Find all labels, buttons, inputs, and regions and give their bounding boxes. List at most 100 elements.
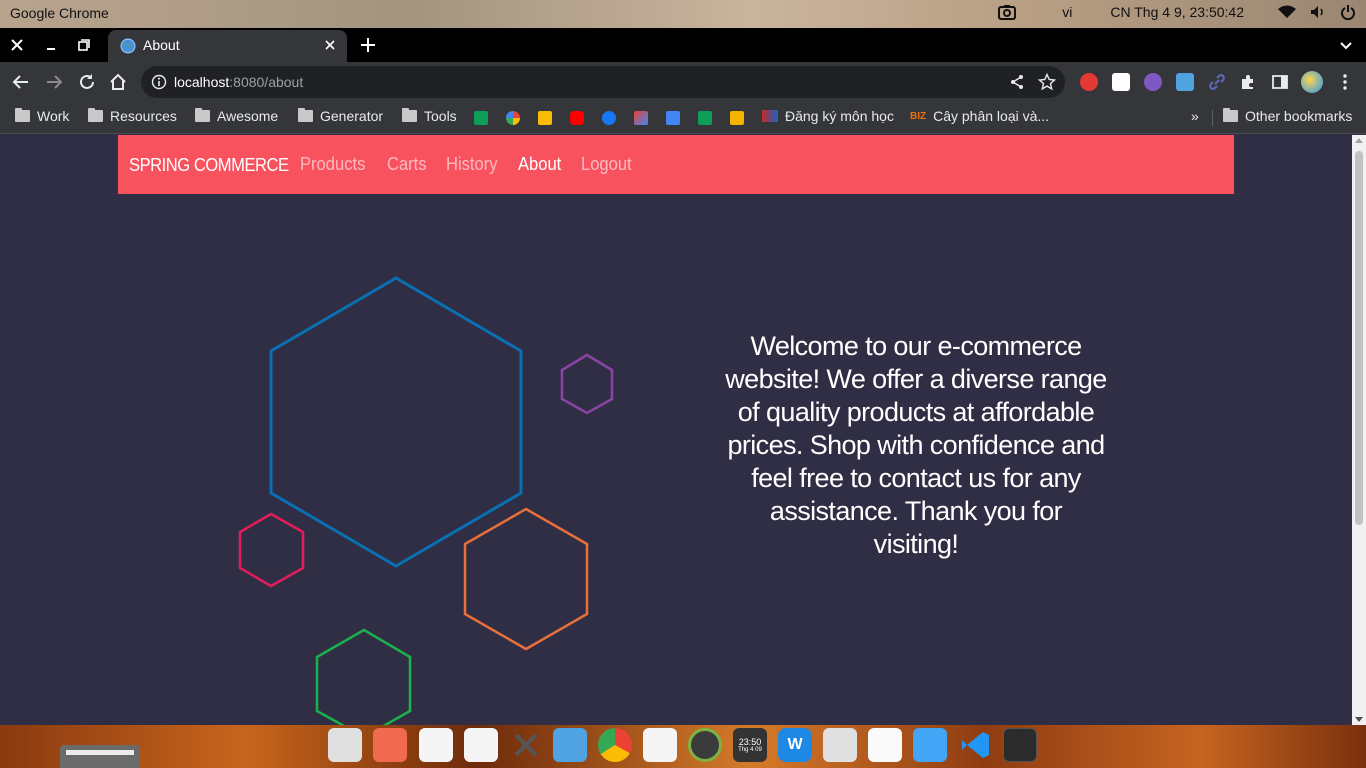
share-icon[interactable] (1009, 74, 1025, 90)
bookmark-cay-phan-loai[interactable]: BIZ Cây phân loại và... (910, 108, 1049, 124)
keep-bookmark-icon[interactable] (538, 111, 552, 125)
photos-bookmark-icon[interactable] (506, 111, 520, 125)
slides-bookmark-icon[interactable] (730, 111, 744, 125)
site-info-icon[interactable] (151, 74, 167, 90)
tab-about[interactable]: About (108, 30, 347, 62)
back-arrow-icon[interactable] (11, 72, 31, 92)
active-app-name: Google Chrome (10, 5, 109, 21)
folder-icon (1223, 108, 1238, 122)
gimp-icon[interactable] (643, 728, 677, 762)
dock-clock-date: Thg 4 09 (738, 747, 762, 753)
wifi-icon[interactable] (1278, 5, 1296, 19)
bookmark-folder-resources[interactable]: Resources (88, 108, 177, 124)
tab-title: About (143, 37, 180, 53)
image-extension-icon[interactable] (1176, 73, 1194, 91)
folder-icon (195, 108, 210, 122)
hexagon-green (315, 628, 412, 725)
scroll-down-arrow-icon[interactable] (1355, 717, 1363, 722)
bookmark-dang-ky-mon-hoc[interactable]: Đăng ký môn học (762, 108, 894, 124)
reload-icon[interactable] (77, 72, 97, 92)
url-host: localhost (174, 74, 230, 90)
vscode-icon[interactable] (958, 728, 992, 762)
clock-widget[interactable]: 23:50 Thg 4 09 (733, 728, 767, 762)
terminal-orb-icon[interactable] (688, 728, 722, 762)
dock-clock-time: 23:50 (738, 737, 762, 747)
bookmark-folder-other[interactable]: Other bookmarks (1223, 108, 1352, 124)
clock[interactable]: CN Thg 4 9, 23:50:42 (1110, 4, 1244, 20)
docs-bookmark-icon[interactable] (666, 111, 680, 125)
camera-icon[interactable] (823, 728, 857, 762)
power-icon[interactable] (1340, 4, 1356, 20)
hexagon-pink (238, 512, 305, 588)
bookmark-label: Awesome (217, 108, 279, 124)
system-tray: vi CN Thg 4 9, 23:50:42 (998, 4, 1356, 20)
puzzle-extensions-icon[interactable] (1239, 73, 1257, 91)
sheets-bookmark-icon-2[interactable] (698, 111, 712, 125)
tab-close-icon[interactable] (322, 37, 338, 53)
scrollbar-thumb[interactable] (1355, 151, 1363, 525)
trash-icon[interactable] (868, 728, 902, 762)
folder-icon (15, 108, 30, 122)
school-logo-icon (762, 110, 778, 122)
welcome-message: Welcome to our e-commerce website! We of… (725, 331, 1107, 559)
volume-icon[interactable] (1310, 5, 1326, 19)
side-panel-icon[interactable] (1271, 73, 1289, 91)
desktop-shelf-icon[interactable] (60, 745, 140, 768)
scissors-icon[interactable] (509, 728, 543, 762)
scroll-up-arrow-icon[interactable] (1355, 138, 1363, 143)
hexagon-small-purple (560, 353, 614, 415)
profile-avatar[interactable] (1301, 71, 1323, 93)
bookmark-label: Đăng ký môn học (785, 108, 894, 124)
sheets-bookmark-icon[interactable] (474, 111, 488, 125)
hexagon-large-blue (269, 276, 523, 568)
address-bar[interactable]: localhost:8080/about (141, 66, 1065, 98)
screenshot-icon[interactable] (998, 4, 1017, 20)
bookmarks-bar: Work Resources Awesome Generator Tools Đ… (0, 102, 1366, 134)
bookmark-label: Cây phân loại và... (933, 108, 1050, 124)
url-text[interactable]: localhost:8080/about (174, 74, 303, 90)
folder-icon (88, 108, 103, 122)
text-editor-icon[interactable] (464, 728, 498, 762)
terminal-icon[interactable] (1003, 728, 1037, 762)
chrome-icon[interactable] (598, 728, 632, 762)
window-minimize-icon[interactable] (41, 35, 61, 55)
bookmark-label: Resources (110, 108, 177, 124)
os-top-bar: Google Chrome vi CN Thg 4 9, 23:50:42 (0, 0, 1366, 28)
document-viewer-icon[interactable] (419, 728, 453, 762)
bookmark-divider (1212, 110, 1213, 126)
forward-arrow-icon[interactable] (44, 72, 64, 92)
input-language[interactable]: vi (1062, 4, 1072, 20)
bookmark-star-icon[interactable] (1037, 72, 1057, 91)
cloud-extension-icon[interactable] (1144, 73, 1162, 91)
overflow-label: » (1191, 108, 1199, 124)
folder-icon (402, 108, 417, 122)
bookmark-label: Generator (320, 108, 384, 124)
kebab-menu-icon[interactable] (1336, 73, 1354, 91)
bookmark-folder-tools[interactable]: Tools (402, 108, 457, 124)
gmail-bookmark-icon[interactable] (634, 111, 648, 125)
page-scrollbar[interactable] (1352, 135, 1366, 725)
bookmark-folder-awesome[interactable]: Awesome (195, 108, 278, 124)
bookmark-label: Other bookmarks (1245, 108, 1353, 124)
window-close-icon[interactable] (7, 35, 27, 55)
file-manager-icon[interactable] (328, 728, 362, 762)
window-restore-icon[interactable] (74, 35, 94, 55)
home-icon[interactable] (108, 72, 128, 92)
facebook-bookmark-icon[interactable] (602, 111, 616, 125)
b-extension-icon[interactable] (1112, 73, 1130, 91)
wps-office-icon[interactable]: W (778, 728, 812, 762)
adblock-extension-icon[interactable] (1080, 73, 1098, 91)
globe-icon (120, 38, 136, 54)
desktop-window-icon[interactable] (553, 728, 587, 762)
page-viewport: SPRING COMMERCE Products Carts History A… (0, 135, 1352, 725)
new-tab-icon[interactable] (358, 35, 378, 55)
image-viewer-icon[interactable] (373, 728, 407, 762)
tab-search-chevron-icon[interactable] (1338, 37, 1354, 53)
bookmarks-overflow-chevron-icon[interactable]: » (1191, 108, 1199, 124)
bookmark-folder-generator[interactable]: Generator (298, 108, 383, 124)
taskbar-dock: 23:50 Thg 4 09 W (0, 725, 1366, 768)
link-extension-icon[interactable] (1208, 73, 1226, 91)
transfer-icon[interactable] (913, 728, 947, 762)
bookmark-folder-work[interactable]: Work (15, 108, 69, 124)
youtube-bookmark-icon[interactable] (570, 111, 584, 125)
